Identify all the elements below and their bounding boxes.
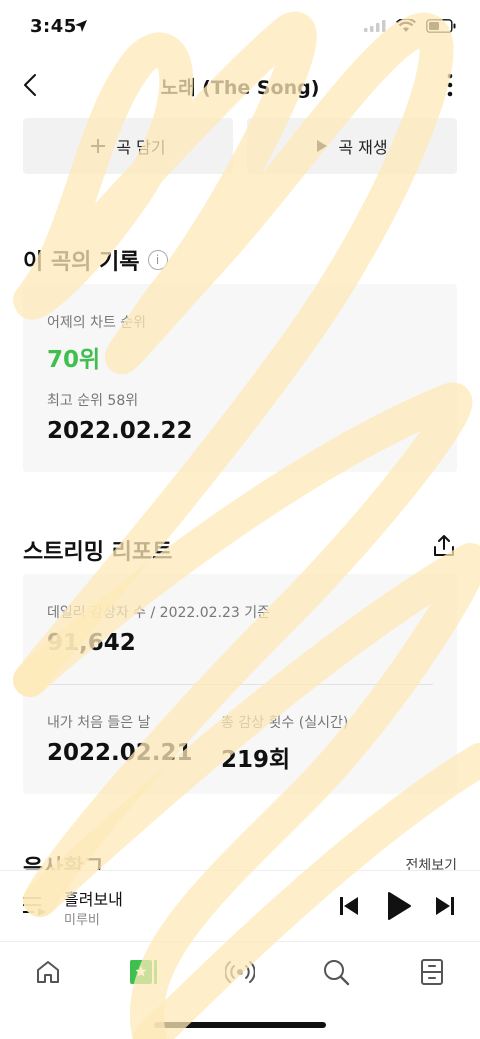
more-options-button[interactable] (434, 69, 466, 101)
daily-listeners-value: 91,642 (47, 630, 136, 656)
track-artist: 미루비 (64, 913, 100, 928)
yesterday-rank-value: 70위 (47, 347, 101, 373)
home-indicator (154, 1022, 326, 1028)
tab-library[interactable] (412, 952, 452, 992)
nav-bar: 노래 (The Song) (0, 56, 480, 114)
playlist-icon[interactable] (22, 895, 48, 917)
more-vertical-icon (447, 73, 453, 97)
add-song-label: 곡 담기 (116, 138, 166, 157)
tab-search[interactable] (316, 952, 356, 992)
tab-home[interactable] (28, 952, 68, 992)
best-rank-date: 2022.02.22 (47, 418, 193, 444)
track-title: 흘려보내 (64, 890, 123, 909)
info-icon[interactable]: i (147, 250, 168, 270)
add-song-button[interactable]: 곡 담기 (23, 118, 233, 174)
battery-icon (426, 19, 456, 33)
share-icon[interactable] (431, 533, 457, 559)
status-time: 3:45 (30, 16, 77, 37)
card-divider (47, 684, 433, 685)
next-track-icon[interactable] (434, 895, 456, 917)
best-rank-label: 최고 순위 58위 (47, 393, 139, 409)
daily-listeners-label: 데일리 감상자 수 / 2022.02.23 기준 (47, 605, 271, 621)
tab-bar (0, 942, 480, 1002)
record-section-title: 이 곡의 기록 i (23, 244, 168, 276)
play-song-label: 곡 재생 (338, 138, 388, 157)
radio-icon (225, 961, 255, 983)
home-icon (37, 961, 59, 983)
my-music-icon (130, 960, 157, 984)
plus-icon (91, 139, 106, 153)
play-song-button[interactable]: 곡 재생 (247, 118, 457, 174)
search-icon (324, 960, 350, 986)
location-arrow-icon (75, 20, 87, 32)
first-listen-date: 2022.02.21 (47, 740, 193, 766)
tab-radio[interactable] (220, 952, 260, 992)
mini-play-icon[interactable] (386, 891, 412, 921)
play-icon (317, 140, 328, 152)
status-bar: 3:45 (0, 0, 480, 56)
record-title-text: 이 곡의 기록 (23, 250, 140, 275)
page-title: 노래 (The Song) (160, 77, 320, 99)
action-row: 곡 담기 곡 재생 (23, 118, 457, 174)
wifi-icon (396, 19, 416, 32)
streaming-section-title: 스트리밍 리포트 (23, 534, 172, 566)
previous-track-icon[interactable] (338, 895, 360, 917)
first-listen-label: 내가 처음 들은 날 (47, 715, 151, 731)
mini-player[interactable]: 흘려보내 미루비 (0, 870, 480, 942)
tab-my-music[interactable] (124, 952, 164, 992)
streaming-title-text: 스트리밍 리포트 (23, 540, 173, 565)
record-card: 어제의 차트 순위 70위 최고 순위 58위 2022.02.22 (23, 284, 457, 472)
cellular-signal-icon (364, 20, 386, 32)
streaming-card: 데일리 감상자 수 / 2022.02.23 기준 91,642 내가 처음 들… (23, 574, 457, 794)
library-icon (421, 959, 443, 985)
status-indicators (364, 19, 456, 33)
total-plays-value: 219회 (221, 747, 291, 773)
total-plays-label: 총 감상 횟수 (실시간) (221, 715, 349, 731)
yesterday-rank-label: 어제의 차트 순위 (47, 315, 147, 331)
